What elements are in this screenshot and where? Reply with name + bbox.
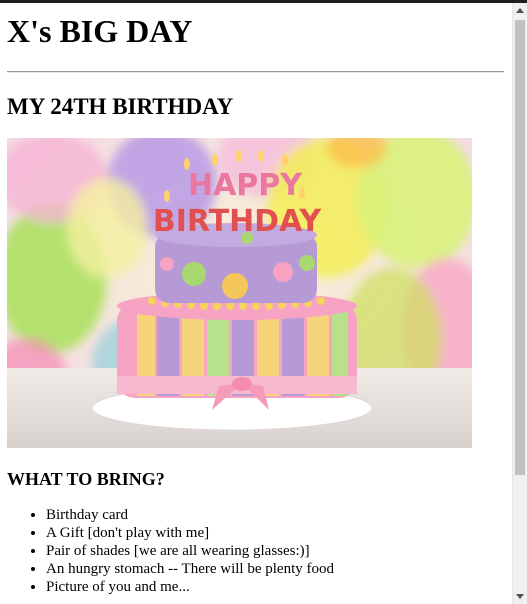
section-heading: WHAT TO BRING? [7,469,165,489]
triangle-down-icon [516,594,524,599]
scrollbar-thumb[interactable] [515,20,525,475]
page-subtitle: MY 24TH BIRTHDAY [7,94,234,119]
list-item: Pair of shades [we are all wearing glass… [46,542,512,560]
vertical-scrollbar[interactable] [512,3,527,604]
list-item: A Gift [don't play with me] [46,524,512,542]
triangle-up-icon [516,8,524,13]
list-item: An hungry stomach -- There will be plent… [46,560,512,578]
list-item: Birthday card [46,506,512,524]
page-content: X's BIG DAY MY 24TH BIRTHDAY HAPPY BIRTH… [0,3,512,604]
scroll-down-button[interactable] [513,589,527,604]
cake-topper-line2: BIRTHDAY [153,204,323,239]
scroll-up-button[interactable] [513,3,527,18]
divider [7,71,504,73]
browser-window: X's BIG DAY MY 24TH BIRTHDAY HAPPY BIRTH… [0,0,527,604]
birthday-cake-image: HAPPY BIRTHDAY [7,138,472,448]
page-title: X's BIG DAY [7,13,193,49]
bring-list: Birthday card A Gift [don't play with me… [7,506,512,596]
list-item: Picture of you and me... [46,578,512,596]
cake-topper-line1: HAPPY [188,168,303,203]
